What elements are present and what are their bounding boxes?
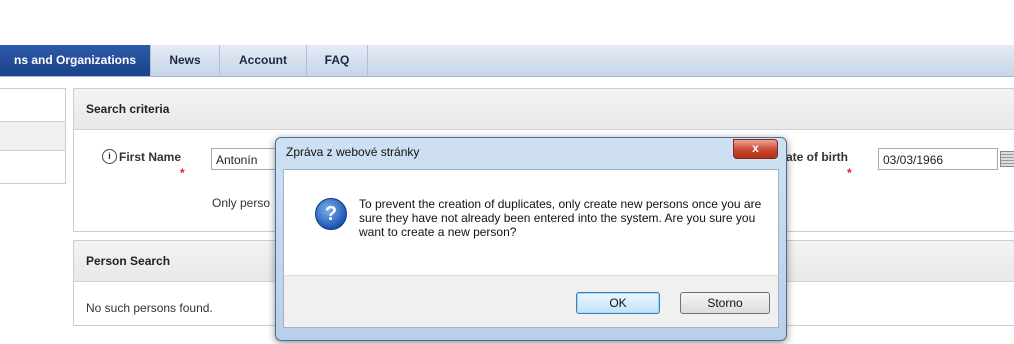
confirm-dialog: Zpráva z webové stránky x ? To prevent t… [275,137,787,341]
tab-news[interactable]: News [151,45,220,76]
question-icon: ? [315,198,347,230]
sidebar-item-2[interactable] [0,121,66,151]
info-icon: i [102,149,117,164]
calendar-icon[interactable] [1000,151,1014,167]
close-button[interactable]: x [733,139,778,159]
first-name-input[interactable]: Antonín [211,148,281,170]
dialog-content: ? To prevent the creation of duplicates,… [283,169,779,277]
ok-button[interactable]: OK [576,292,660,314]
close-icon: x [752,141,759,155]
cancel-button[interactable]: Storno [680,292,770,314]
first-name-required-mark: * [180,166,185,180]
sidebar-item-3[interactable] [0,150,66,184]
date-of-birth-input[interactable]: 03/03/1966 [878,148,998,170]
left-sidebar [0,88,66,208]
date-of-birth-required-mark: * [847,166,852,180]
first-name-label: First Name [119,150,182,164]
tab-persons-and-organizations[interactable]: ns and Organizations [0,45,151,76]
search-note: Only perso [212,196,271,210]
dialog-footer: OK Storno [283,275,779,328]
date-of-birth-label: ate of birth [786,150,848,164]
dialog-message: To prevent the creation of duplicates, o… [359,197,762,239]
tab-faq[interactable]: FAQ [307,45,368,76]
no-results-message: No such persons found. [86,301,213,315]
search-criteria-title: Search criteria [74,89,1014,130]
tab-account[interactable]: Account [220,45,307,76]
sidebar-item-1[interactable] [0,88,66,122]
main-nav: ns and Organizations News Account FAQ [0,45,1014,77]
dialog-title: Zpráva z webové stránky [286,145,420,159]
